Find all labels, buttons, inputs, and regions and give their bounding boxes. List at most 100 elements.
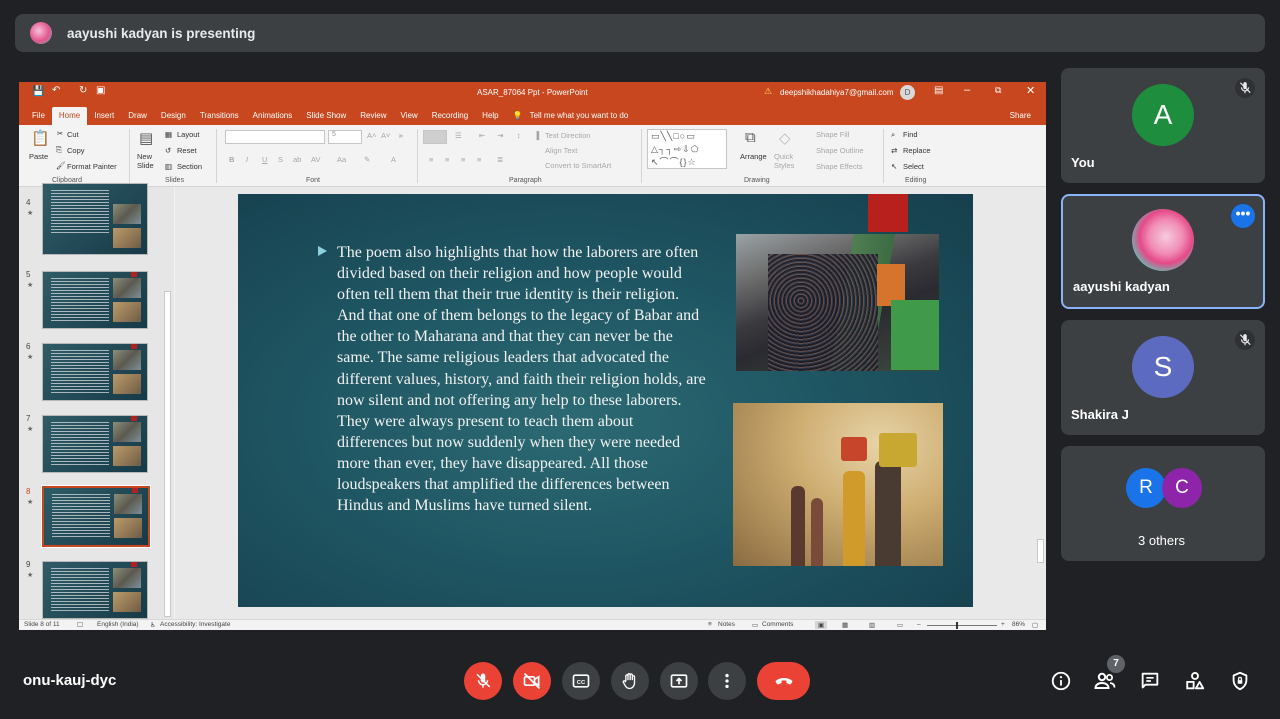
align-text-button[interactable]: Align Text — [545, 146, 577, 155]
raise-hand-button[interactable] — [611, 662, 649, 700]
zoom-in-icon[interactable]: + — [1001, 621, 1005, 628]
replace-icon[interactable]: ⇄ — [891, 146, 897, 155]
notes-icon[interactable]: ≡ — [708, 621, 712, 628]
walking-laborers-photo[interactable] — [733, 403, 943, 566]
section-icon[interactable]: ▥ — [165, 162, 172, 171]
accessibility-status[interactable]: Accessibility: Investigate — [160, 621, 230, 628]
shape-effects-button[interactable]: Shape Effects — [816, 162, 863, 171]
numbering-icon[interactable]: ☰ — [455, 131, 462, 140]
shrink-font-icon[interactable]: A˅ — [381, 131, 390, 140]
more-options-button[interactable]: ••• — [1231, 204, 1255, 228]
italic-button[interactable]: I — [246, 155, 248, 164]
font-size-box[interactable]: 5 — [328, 130, 362, 144]
slide-thumbnail-7[interactable] — [42, 415, 148, 473]
present-from-start-icon[interactable]: ▣ — [96, 85, 105, 96]
normal-view-icon[interactable]: ▣ — [815, 621, 828, 629]
tab-design[interactable]: Design — [154, 111, 193, 125]
arrange-icon[interactable]: ⧉ — [745, 129, 756, 146]
format-painter-icon[interactable]: 🖌 — [56, 161, 66, 170]
close-icon[interactable]: ✕ — [1026, 84, 1035, 97]
bullets-icon[interactable] — [423, 130, 447, 144]
participant-tile-shakira[interactable]: S Shakira J — [1061, 320, 1265, 435]
account-email[interactable]: deepshikhadahiya7@gmail.com — [780, 88, 894, 97]
crowd-photo[interactable] — [736, 234, 939, 371]
canvas-scrollbar-thumb[interactable] — [1037, 539, 1044, 563]
zoom-slider[interactable] — [927, 625, 997, 626]
minimize-icon[interactable]: – — [964, 84, 970, 96]
quick-styles-icon[interactable]: ◇ — [779, 129, 791, 147]
present-screen-button[interactable] — [660, 662, 698, 700]
format-painter-button[interactable]: Format Painter — [67, 162, 117, 171]
ribbon-display-icon[interactable]: ▤ — [934, 85, 943, 96]
select-icon[interactable]: ↖ — [891, 162, 897, 171]
new-slide-button[interactable]: New Slide — [137, 152, 159, 170]
tab-slide-show[interactable]: Slide Show — [299, 111, 353, 125]
paste-icon[interactable]: 📋 — [31, 129, 50, 147]
align-center-icon[interactable]: ≡ — [445, 155, 449, 164]
justify-icon[interactable]: ≡ — [477, 155, 481, 164]
layout-icon[interactable]: ▦ — [165, 130, 172, 139]
slide-thumbnail-6[interactable] — [42, 343, 148, 401]
repeat-icon[interactable]: ↻ — [79, 85, 87, 96]
tell-me-box[interactable]: Tell me what you want to do — [530, 111, 636, 125]
zoom-out-icon[interactable]: – — [917, 621, 921, 628]
change-case-icon[interactable]: Aa — [337, 155, 346, 164]
tab-home[interactable]: Home — [51, 107, 88, 125]
tab-help[interactable]: Help — [475, 111, 505, 125]
text-direction-button[interactable]: Text Direction — [545, 131, 590, 140]
cut-button[interactable]: Cut — [67, 130, 79, 139]
char-spacing-icon[interactable]: AV — [311, 155, 320, 164]
copy-button[interactable]: Copy — [67, 146, 85, 155]
reset-button[interactable]: Reset — [177, 146, 197, 155]
tab-animations[interactable]: Animations — [246, 111, 300, 125]
replace-button[interactable]: Replace — [903, 146, 931, 155]
thumbnails-scrollbar[interactable] — [162, 187, 174, 619]
slide-thumbnail-5[interactable] — [42, 271, 148, 329]
cut-icon[interactable]: ✂ — [57, 129, 63, 138]
bold-button[interactable]: B — [229, 155, 234, 164]
undo-icon[interactable]: ↶ — [52, 85, 60, 96]
convert-smartart-button[interactable]: Convert to SmartArt — [545, 161, 611, 170]
tab-review[interactable]: Review — [353, 111, 393, 125]
save-icon[interactable]: 💾 — [32, 86, 44, 97]
shadow-button[interactable]: S — [278, 155, 283, 164]
tab-transitions[interactable]: Transitions — [193, 111, 246, 125]
strikethrough-icon[interactable]: ab — [293, 155, 301, 164]
slide-body-text[interactable]: The poem also highlights that how the la… — [337, 242, 707, 516]
share-button[interactable]: Share — [1003, 111, 1038, 125]
tab-view[interactable]: View — [394, 111, 425, 125]
language-status[interactable]: English (India) — [97, 621, 139, 628]
captions-button[interactable]: CC — [562, 662, 600, 700]
leave-call-button[interactable] — [757, 662, 810, 700]
shape-outline-button[interactable]: Shape Outline — [816, 146, 864, 155]
zoom-level[interactable]: 86% — [1012, 621, 1025, 628]
camera-toggle-button[interactable] — [513, 662, 551, 700]
slideshow-view-icon[interactable]: ▭ — [897, 621, 903, 629]
grow-font-icon[interactable]: A˄ — [367, 131, 376, 140]
line-spacing-icon[interactable]: ↕ — [517, 131, 521, 140]
activities-button[interactable] — [1182, 668, 1208, 694]
scrollbar-thumb[interactable] — [164, 291, 171, 617]
underline-button[interactable]: U — [262, 155, 267, 164]
decrease-indent-icon[interactable]: ⇤ — [479, 131, 485, 140]
font-color-icon[interactable]: A — [391, 155, 396, 164]
zoom-slider-thumb[interactable] — [956, 622, 958, 629]
slide-thumbnail-4[interactable] — [42, 183, 148, 255]
accessibility-icon[interactable]: ♿ — [150, 621, 156, 629]
distributed-icon[interactable]: ≣ — [497, 155, 503, 164]
font-name-box[interactable] — [225, 130, 325, 144]
clear-format-icon[interactable]: ⫸ — [399, 131, 403, 141]
mic-toggle-button[interactable] — [464, 662, 502, 700]
tab-file[interactable]: File — [25, 111, 52, 125]
fit-slide-icon[interactable]: ▢ — [1032, 621, 1038, 629]
section-button[interactable]: Section — [177, 162, 202, 171]
meeting-details-button[interactable] — [1048, 668, 1074, 694]
new-slide-icon[interactable]: ▤ — [139, 129, 153, 147]
participant-tile-aayushi[interactable]: ••• aayushi kadyan — [1061, 194, 1265, 309]
quick-styles-button[interactable]: Quick Styles — [774, 152, 798, 170]
participant-tile-others[interactable]: R C 3 others — [1061, 446, 1265, 561]
align-left-icon[interactable]: ≡ — [429, 155, 433, 164]
highlight-icon[interactable]: ✎ — [364, 155, 370, 164]
tab-recording[interactable]: Recording — [425, 111, 475, 125]
shapes-gallery[interactable]: ▭╲╲□○▭ △┐┐⇨⇩⬠ ↖⌒⌒{}☆ — [647, 129, 727, 169]
